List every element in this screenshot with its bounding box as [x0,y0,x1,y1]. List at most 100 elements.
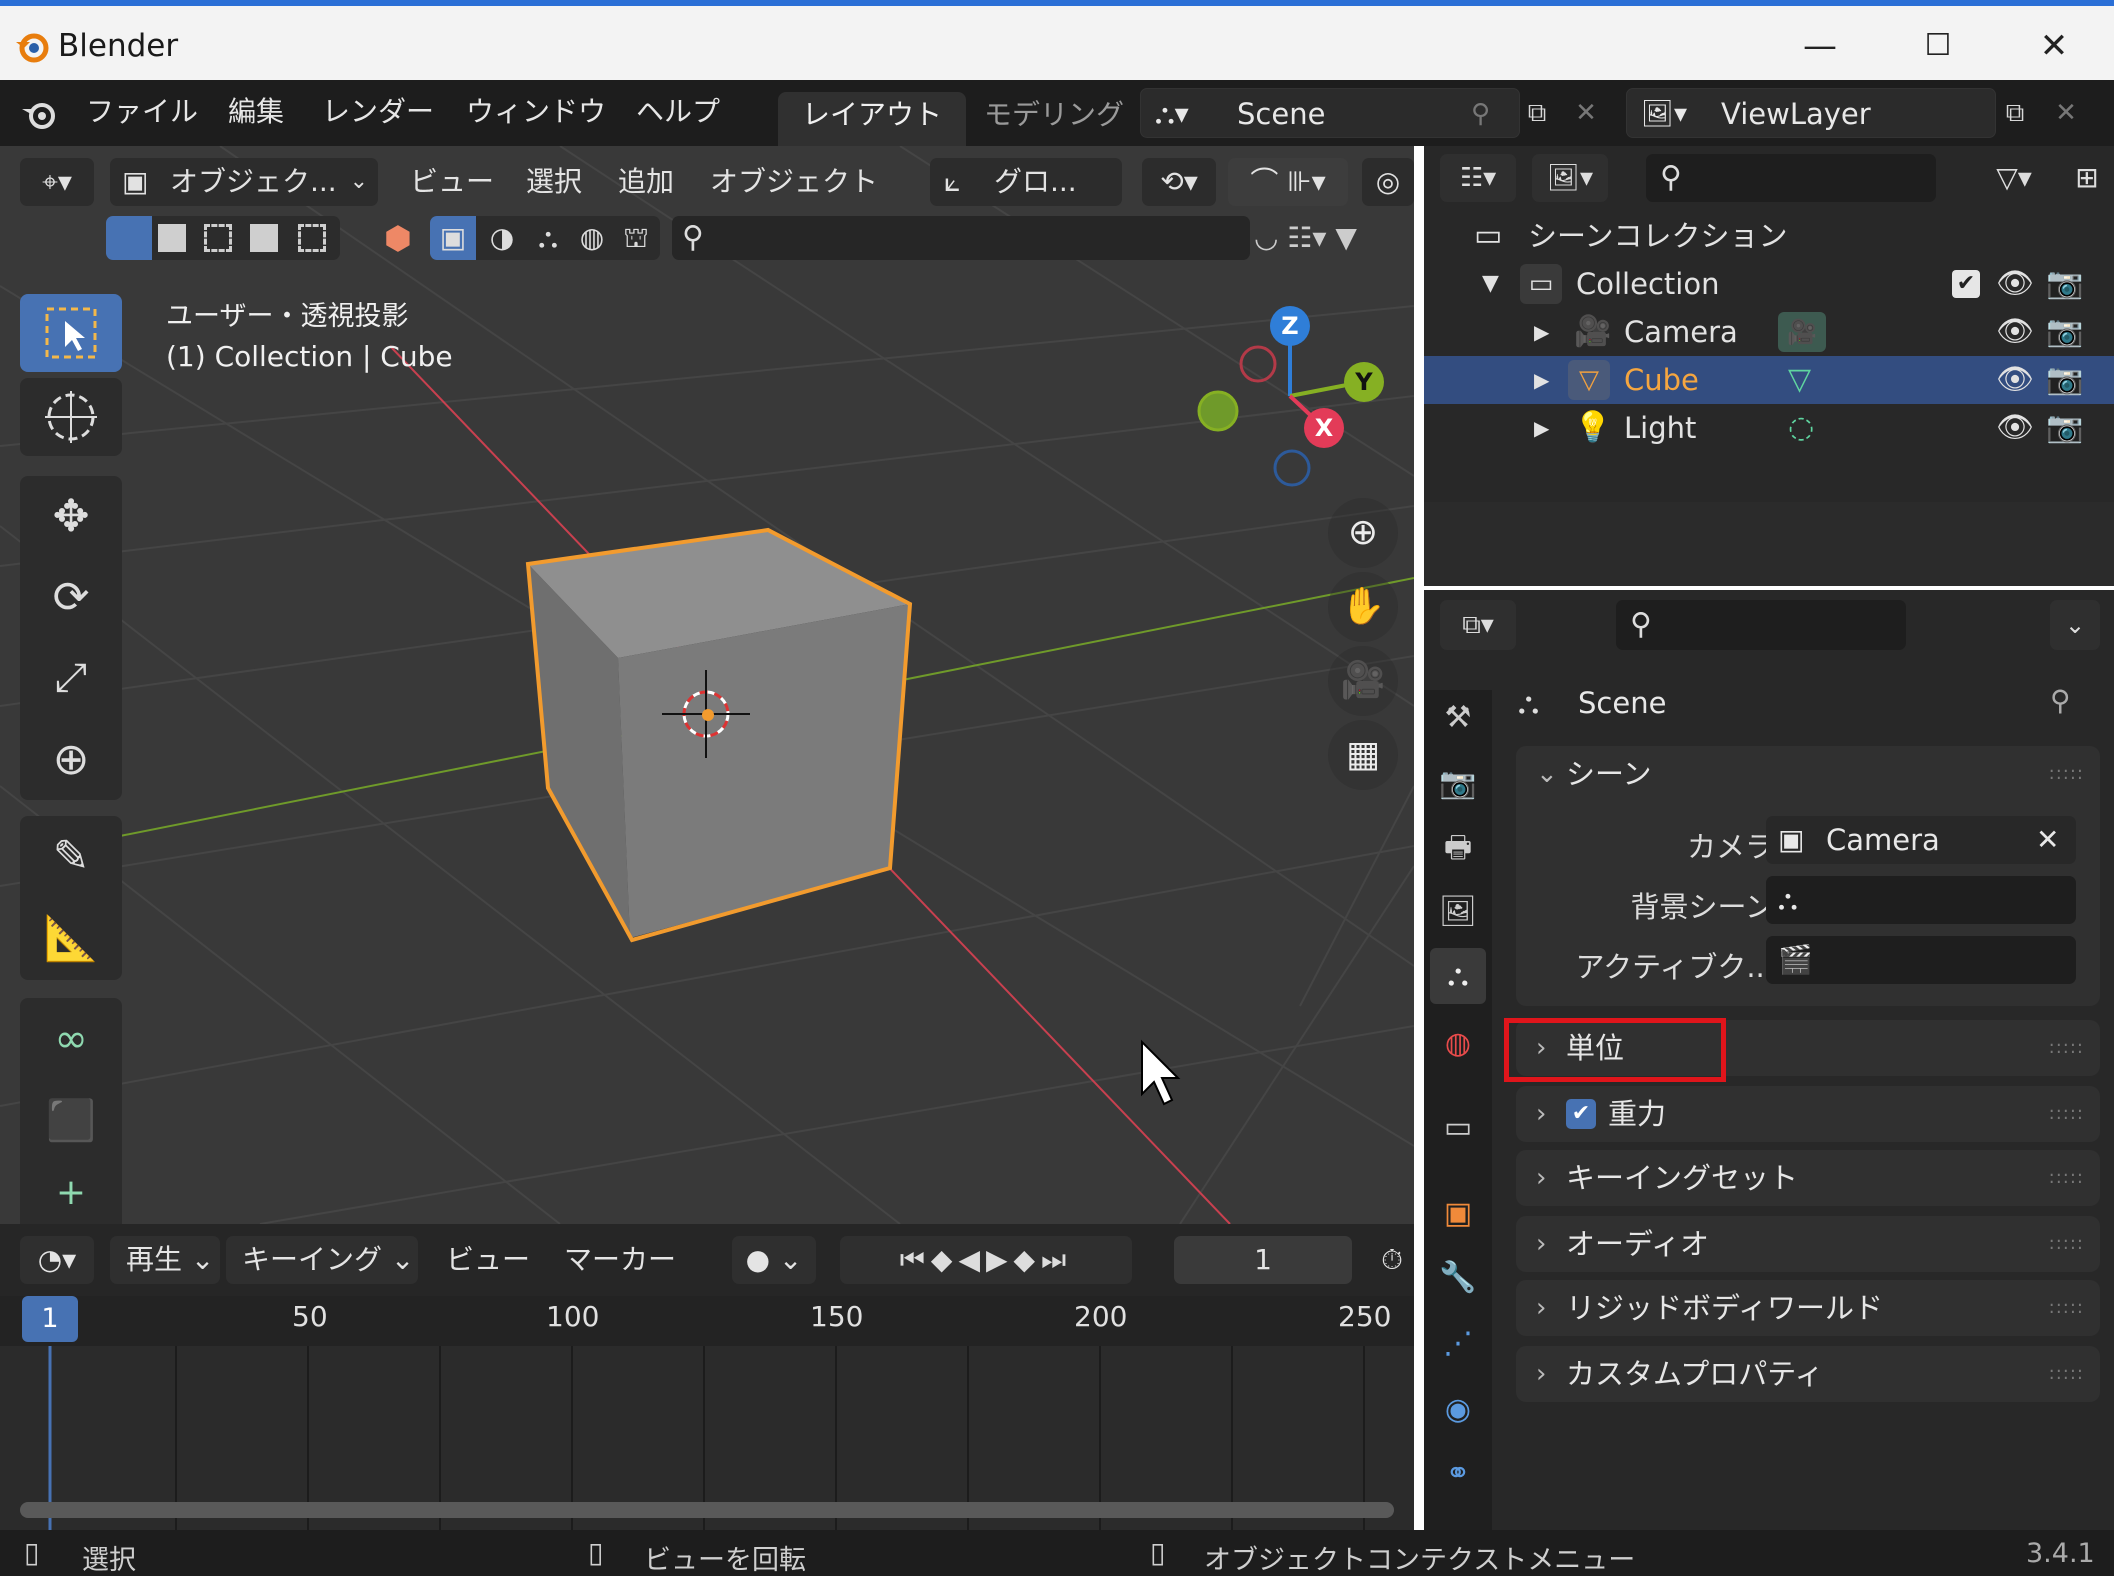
scene-selector[interactable]: ⛬▾ Scene ⚲ [1140,88,1520,138]
view-layer-tab-icon[interactable]: 🖼 [1430,884,1486,940]
cube-object[interactable] [525,527,913,943]
wireframe-shading-icon[interactable]: ▣ [430,216,476,260]
new-view-layer-icon[interactable]: ⧉ [1990,88,2040,138]
tool-cursor[interactable] [20,378,122,456]
outliner-item-light[interactable]: ▶ 💡 Light ◌ 👁 📷 [1424,404,2114,452]
drag-handle-icon[interactable]: ::::: [2049,1280,2084,1336]
rigid-body-world-panel[interactable]: › リジッドボディワールド::::: [1516,1280,2100,1336]
tool-tab-icon[interactable]: ⚒ [1430,690,1486,746]
collection-exclude-checkbox[interactable]: ✔ [1952,270,1980,298]
menu-edit[interactable]: 編集 [228,92,284,132]
expand-triangle-icon[interactable]: ▶ [1534,356,1549,404]
collapse-triangle-icon[interactable]: ▼ [1482,260,1499,308]
perspective-toggle-icon[interactable]: ▦ [1328,720,1398,790]
gizmo-x-axis[interactable]: X [1304,408,1344,448]
output-tab-icon[interactable]: 🖶 [1430,820,1486,876]
physics-tab-icon[interactable]: ◉ [1430,1382,1486,1438]
playback-menu[interactable]: 再生 ⌄ [110,1236,220,1284]
collection-tab-icon[interactable]: ▭ [1430,1100,1486,1156]
eye-icon[interactable]: 👁 [1996,308,2034,356]
audio-panel[interactable]: › オーディオ::::: [1516,1216,2100,1272]
select-invert-icon[interactable] [250,224,278,252]
render-tab-icon[interactable]: 📷 [1430,756,1486,812]
add-cube-icon[interactable]: ⬛ [20,1080,122,1162]
remove-scene-icon[interactable]: ✕ [1566,88,1606,138]
mesh-data-icon[interactable]: ▽ [1788,356,1811,404]
outliner-item-cube[interactable]: ▶ ▽ Cube ▽ 👁 📷 [1424,356,2114,404]
drag-handle-icon[interactable]: ::::: [2049,1020,2084,1076]
outliner-item-camera[interactable]: ▶ 🎥 Camera 🎥 👁 📷 [1424,308,2114,356]
frame-ruler[interactable] [0,1296,1414,1346]
viewport-filter-icons[interactable]: ◡ ☷▾ ▼ [1254,216,1414,260]
world-tab-icon[interactable]: ◍ [1430,1016,1486,1072]
menu-render[interactable]: レンダー [322,92,434,132]
rendered-shading-icon[interactable]: ◍ [570,216,614,260]
properties-editor-type[interactable]: ⧉▾ [1440,600,1516,650]
transform-orientation-selector[interactable]: ⟀ グロ... [930,158,1122,206]
menu-help[interactable]: ヘルプ [636,92,720,132]
scene-panel-header[interactable]: ⌄ シーン ::::: [1516,746,2100,802]
active-clip-field[interactable]: 🎬 [1766,936,2076,984]
select-extend-icon[interactable] [158,224,186,252]
gizmo-z-axis[interactable]: Z [1270,306,1310,346]
maximize-button[interactable]: ☐ [1908,24,1968,68]
pivot-point-button[interactable]: ⟲▾ [1142,158,1216,206]
render-camera-icon[interactable]: 📷 [2046,260,2083,308]
render-camera-icon[interactable]: 📷 [2046,404,2083,452]
minimize-button[interactable]: — [1790,24,1850,68]
material-shading-icon[interactable]: ⛬ [526,216,570,260]
drag-handle-icon[interactable]: ::::: [2049,1216,2084,1272]
current-frame-field[interactable]: 1 [1174,1236,1352,1284]
select-new-icon[interactable] [106,216,152,260]
remove-view-layer-icon[interactable]: ✕ [2046,88,2086,138]
keying-sets-panel[interactable]: › キーイングセット::::: [1516,1150,2100,1206]
properties-search-input[interactable]: ⚲ [1616,600,1906,650]
blender-menu-icon[interactable] [20,94,60,134]
transform-icon[interactable]: ⊕ [20,719,122,800]
gizmo-y-axis[interactable]: Y [1344,362,1384,402]
outliner-scene-collection[interactable]: ▭ シーンコレクション [1424,212,2114,260]
snapping-button[interactable]: ⌒ ⊪▾ [1228,158,1348,206]
new-scene-icon[interactable]: ⧉ [1512,88,1562,138]
camera-data-icon[interactable]: 🎥 [1778,312,1826,352]
display-mode-icon[interactable]: 🖼▾ [1532,154,1608,202]
menu-file[interactable]: ファイル [86,92,198,132]
annotate-icon[interactable]: ✎ [20,816,122,898]
clear-camera-icon[interactable]: ✕ [2036,816,2059,864]
timeline-editor-type[interactable]: ◔▾ [20,1236,94,1284]
viewport-menu-view[interactable]: ビュー [410,158,494,206]
playhead-marker[interactable]: 1 [22,1296,78,1342]
particles-tab-icon[interactable]: ⋰ [1430,1316,1486,1372]
tool-select-box[interactable] [20,294,122,372]
timeline-view-menu[interactable]: ビュー [446,1236,530,1284]
eye-icon[interactable]: 👁 [1996,356,2034,404]
pan-hand-icon[interactable]: ✋ [1328,572,1398,642]
stopwatch-icon[interactable]: ⏱ [1370,1236,1414,1284]
camera-field[interactable]: ▣ Camera ✕ [1766,816,2076,864]
viewport-menu-object[interactable]: オブジェクト [710,158,878,206]
proportional-edit-button[interactable]: ◎ [1362,158,1414,206]
rotate-icon[interactable]: ⟳ [20,557,122,638]
auto-keying-button[interactable]: ● ⌄ [732,1236,816,1284]
drag-handle-icon[interactable]: ::::: [2049,1150,2084,1206]
close-window-button[interactable]: ✕ [2024,24,2084,68]
render-camera-icon[interactable]: 📷 [2046,356,2083,404]
outliner-collection[interactable]: ▼ ▭ Collection ✔ 👁 📷 [1424,260,2114,308]
modifier-tab-icon[interactable]: 🔧 [1430,1250,1486,1306]
custom-properties-panel[interactable]: › カスタムプロパティ::::: [1516,1346,2100,1402]
expand-triangle-icon[interactable]: ▶ [1534,308,1549,356]
filter-icon[interactable]: ▽▾ [1974,154,2054,202]
eye-icon[interactable]: 👁 [1996,260,2034,308]
render-camera-icon[interactable]: 📷 [2046,308,2083,356]
add-object-icon[interactable]: + [20,1162,122,1224]
drag-handle-icon[interactable]: ::::: [2049,1346,2084,1402]
pin-icon[interactable]: ⚲ [2050,684,2071,717]
select-subtract-icon[interactable] [204,224,232,252]
pin-icon[interactable]: ⚲ [1471,89,1490,139]
outliner-editor-type[interactable]: ☷▾ [1440,154,1516,202]
background-scene-field[interactable]: ⛬ [1766,876,2076,924]
constraints-tab-icon[interactable]: ⚭ [1430,1446,1486,1502]
light-data-icon[interactable]: ◌ [1788,404,1814,452]
zoom-icon[interactable]: ⊕ [1328,498,1398,568]
drag-handle-icon[interactable]: ::::: [2049,1086,2084,1142]
